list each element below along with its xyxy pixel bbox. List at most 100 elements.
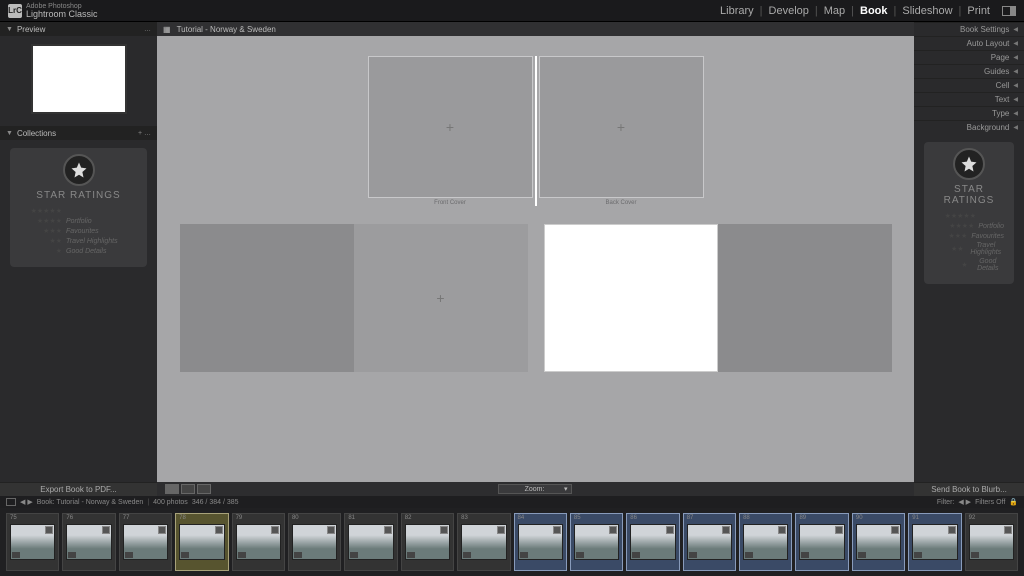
filmstrip-thumb[interactable]: 79 xyxy=(232,513,285,571)
filmstrip-thumb[interactable]: 82 xyxy=(401,513,454,571)
thumb-badge-icon xyxy=(666,526,674,534)
spread-page-blank-left[interactable] xyxy=(180,224,354,372)
rating-row[interactable]: ★Good Details xyxy=(20,247,137,255)
thumb-badge-icon xyxy=(215,526,223,534)
filter-state[interactable]: Filters Off xyxy=(975,499,1005,506)
front-cover-page[interactable]: + xyxy=(368,56,533,198)
thumb-badge-icon xyxy=(553,526,561,534)
filmstrip-thumb[interactable]: 78 xyxy=(175,513,228,571)
rating-row[interactable]: ★Good Details xyxy=(934,258,1004,272)
app-name: Adobe Photoshop Lightroom Classic xyxy=(26,3,98,19)
filmstrip-thumb[interactable]: 85 xyxy=(570,513,623,571)
filmstrip-thumb[interactable]: 92 xyxy=(965,513,1018,571)
module-slideshow[interactable]: Slideshow xyxy=(898,5,956,17)
panel-header-background[interactable]: Background◀ xyxy=(914,120,1024,134)
back-cover-label: Back Cover xyxy=(539,200,704,206)
star-icons: ★★ xyxy=(20,237,62,245)
rating-row[interactable]: ★★★Favourites xyxy=(934,232,1004,240)
send-book-blurb-button[interactable]: Send Book to Blurb... xyxy=(914,482,1024,496)
thumb-footer-badge-icon xyxy=(68,552,76,558)
multi-page-view-button[interactable] xyxy=(165,484,179,494)
thumb-badge-icon xyxy=(384,526,392,534)
thumb-index: 87 xyxy=(687,515,694,521)
rating-label: Travel Highlights xyxy=(968,242,1004,256)
module-develop[interactable]: Develop xyxy=(765,5,813,17)
thumb-badge-icon xyxy=(440,526,448,534)
thumb-badge-icon xyxy=(835,526,843,534)
panel-header-cell[interactable]: Cell◀ xyxy=(914,78,1024,92)
filmstrip-thumb[interactable]: 80 xyxy=(288,513,341,571)
filmstrip-thumb[interactable]: 84 xyxy=(514,513,567,571)
rating-row[interactable]: ★★★★★ xyxy=(934,212,1004,220)
filmstrip-thumb[interactable]: 76 xyxy=(62,513,115,571)
filter-lock-icon[interactable]: 🔒 xyxy=(1009,498,1018,506)
rating-row[interactable]: ★★Travel Highlights xyxy=(20,237,137,245)
panel-header-auto-layout[interactable]: Auto Layout◀ xyxy=(914,36,1024,50)
left-sidebar: ▼Preview … ▼Collections + … STAR RATINGS… xyxy=(0,22,157,496)
filmstrip-thumb[interactable]: 81 xyxy=(344,513,397,571)
module-book[interactable]: Book xyxy=(856,5,892,17)
filmstrip-thumb[interactable]: 86 xyxy=(626,513,679,571)
filmstrip-thumb[interactable]: 90 xyxy=(852,513,905,571)
preview-panel-header[interactable]: ▼Preview … xyxy=(0,22,157,36)
canvas-body[interactable]: + Front Cover + Back Cover + xyxy=(157,36,914,482)
thumb-image xyxy=(969,524,1014,560)
rating-row[interactable]: ★★★★Portfolio xyxy=(20,217,137,225)
app-logo: LrC xyxy=(8,4,22,18)
rating-row[interactable]: ★★Travel Highlights xyxy=(934,242,1004,256)
rating-row[interactable]: ★★★★Portfolio xyxy=(934,222,1004,230)
panel-header-page[interactable]: Page◀ xyxy=(914,50,1024,64)
panel-toggle-icon[interactable] xyxy=(1002,6,1016,16)
breadcrumb[interactable]: Book: Tutorial - Norway & Sweden xyxy=(37,499,144,506)
panel-header-type[interactable]: Type◀ xyxy=(914,106,1024,120)
top-bar: LrC Adobe Photoshop Lightroom Classic Li… xyxy=(0,0,1024,22)
spread-page-selected[interactable] xyxy=(544,224,718,372)
thumb-footer-badge-icon xyxy=(632,552,640,558)
filter-label: Filter: xyxy=(937,499,955,506)
module-library[interactable]: Library xyxy=(716,5,758,17)
thumb-index: 92 xyxy=(969,515,976,521)
filmstrip[interactable]: 7576 77 78798081828384 85 86 87 88899091 92 xyxy=(0,508,1024,576)
filmstrip-thumb[interactable]: 77 xyxy=(119,513,172,571)
main-area: ▼Preview … ▼Collections + … STAR RATINGS… xyxy=(0,22,1024,496)
disclosure-triangle-icon: ◀ xyxy=(1013,96,1018,103)
zoom-selector[interactable]: Zoom: ▾ xyxy=(498,484,572,494)
collections-panel-header[interactable]: ▼Collections + … xyxy=(0,126,157,140)
filmstrip-thumb[interactable]: 91 xyxy=(908,513,961,571)
module-print[interactable]: Print xyxy=(963,5,994,17)
thumb-badge-icon xyxy=(327,526,335,534)
view-mode-toggle[interactable] xyxy=(165,484,211,494)
single-page-view-button[interactable] xyxy=(197,484,211,494)
disclosure-triangle-icon[interactable]: ▼ xyxy=(6,26,13,33)
back-cover-page[interactable]: + xyxy=(539,56,704,198)
thumb-footer-badge-icon xyxy=(125,552,133,558)
panel-header-guides[interactable]: Guides◀ xyxy=(914,64,1024,78)
disclosure-triangle-icon[interactable]: ▼ xyxy=(6,130,13,137)
chevron-down-icon: ▾ xyxy=(564,485,568,493)
filmstrip-thumb[interactable]: 87 xyxy=(683,513,736,571)
grid-icon[interactable]: ▦ xyxy=(163,25,171,34)
filmstrip-thumb[interactable]: 83 xyxy=(457,513,510,571)
thumb-badge-icon xyxy=(948,526,956,534)
panel-header-text[interactable]: Text◀ xyxy=(914,92,1024,106)
star-icons: ★★★★★ xyxy=(20,207,62,215)
rating-label: Good Details xyxy=(972,258,1004,272)
module-map[interactable]: Map xyxy=(820,5,849,17)
thumb-index: 85 xyxy=(574,515,581,521)
thumb-index: 77 xyxy=(123,515,130,521)
page-preview-thumbnail[interactable] xyxy=(31,44,127,114)
spread-page-blank-right[interactable] xyxy=(718,224,892,372)
spread-page-add[interactable]: + xyxy=(354,224,528,372)
rating-row[interactable]: ★★★Favourites xyxy=(20,227,137,235)
star-ratings-title: STAR RATINGS xyxy=(928,184,1010,206)
panel-header-book-settings[interactable]: Book Settings◀ xyxy=(914,22,1024,36)
rating-label: Favourites xyxy=(971,233,1004,240)
export-book-pdf-button[interactable]: Export Book to PDF... xyxy=(0,482,157,496)
thumb-badge-icon xyxy=(778,526,786,534)
spread-view-button[interactable] xyxy=(181,484,195,494)
filmstrip-thumb[interactable]: 89 xyxy=(795,513,848,571)
filmstrip-thumb[interactable]: 75 xyxy=(6,513,59,571)
rating-row[interactable]: ★★★★★ xyxy=(20,207,137,215)
filmstrip-thumb[interactable]: 88 xyxy=(739,513,792,571)
second-window-button[interactable] xyxy=(6,498,16,506)
